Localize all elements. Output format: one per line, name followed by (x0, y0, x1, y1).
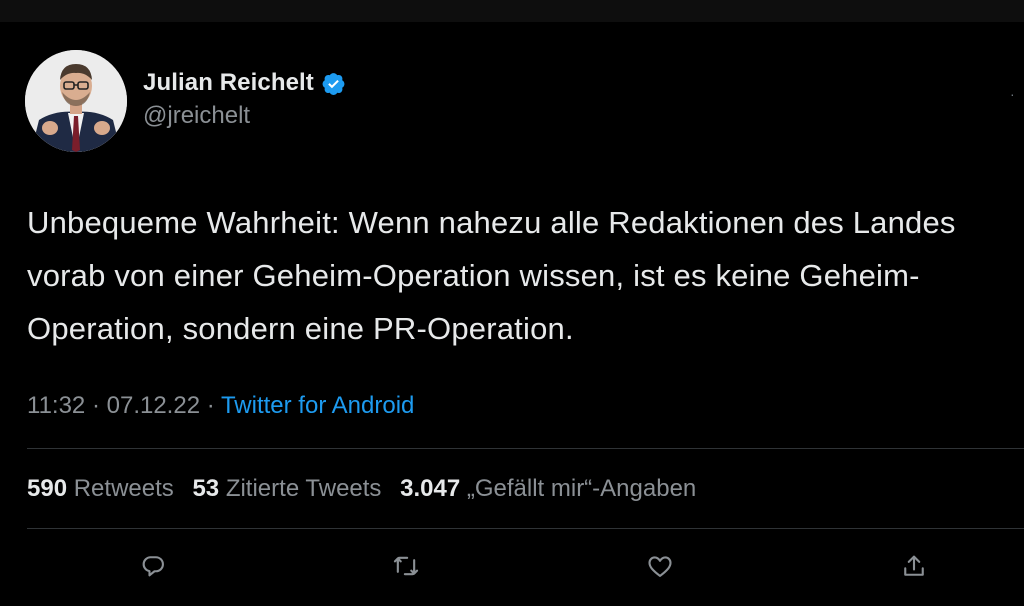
reply-button[interactable] (135, 548, 171, 584)
retweets-stat[interactable]: 590 Retweets (27, 475, 174, 502)
tweet-meta: 11:32 · 07.12.22 · Twitter for Android (27, 392, 414, 420)
likes-count: 3.047 (400, 475, 461, 502)
quotes-stat[interactable]: 53 Zitierte Tweets (192, 475, 381, 502)
meta-separator: · (91, 392, 100, 419)
avatar[interactable] (25, 50, 127, 152)
more-options-icon[interactable]: · (1010, 86, 1018, 102)
tweet-detail-screen: Julian Reichelt @jreichelt · Unbequeme W… (0, 0, 1024, 606)
retweets-count: 590 (27, 475, 68, 502)
author-info: Julian Reichelt @jreichelt (143, 66, 346, 130)
tweet-text: Unbequeme Wahrheit: Wenn nahezu alle Red… (27, 205, 956, 346)
tweet-source-link[interactable]: Twitter for Android (221, 392, 414, 419)
share-button[interactable] (896, 548, 932, 584)
retweets-label: Retweets (73, 475, 174, 502)
handle[interactable]: @jreichelt (143, 102, 346, 130)
likes-label: „Gefällt mir“-Angaben (466, 475, 697, 502)
like-button[interactable] (642, 548, 678, 584)
verified-badge-icon (321, 71, 346, 96)
display-name-row: Julian Reichelt (143, 66, 346, 100)
likes-stat[interactable]: 3.047 „Gefällt mir“-Angaben (400, 475, 696, 502)
quotes-count: 53 (192, 475, 220, 502)
tweet-stats: 590 Retweets 53 Zitierte Tweets 3.047 „G… (27, 475, 708, 503)
tweet-time[interactable]: 11:32 (27, 392, 85, 419)
share-icon (904, 555, 924, 576)
divider (27, 448, 1024, 449)
top-bar (0, 0, 1024, 22)
tweet-date[interactable]: 07.12.22 (107, 392, 200, 419)
avatar-image (25, 50, 127, 152)
divider (27, 528, 1024, 529)
display-name[interactable]: Julian Reichelt (143, 69, 314, 97)
meta-separator: · (206, 392, 215, 419)
retweet-icon (393, 556, 419, 576)
heart-icon (648, 556, 672, 577)
quotes-label: Zitierte Tweets (225, 475, 382, 502)
action-bar (0, 548, 1024, 588)
retweet-button[interactable] (388, 548, 424, 584)
reply-icon (142, 556, 164, 577)
